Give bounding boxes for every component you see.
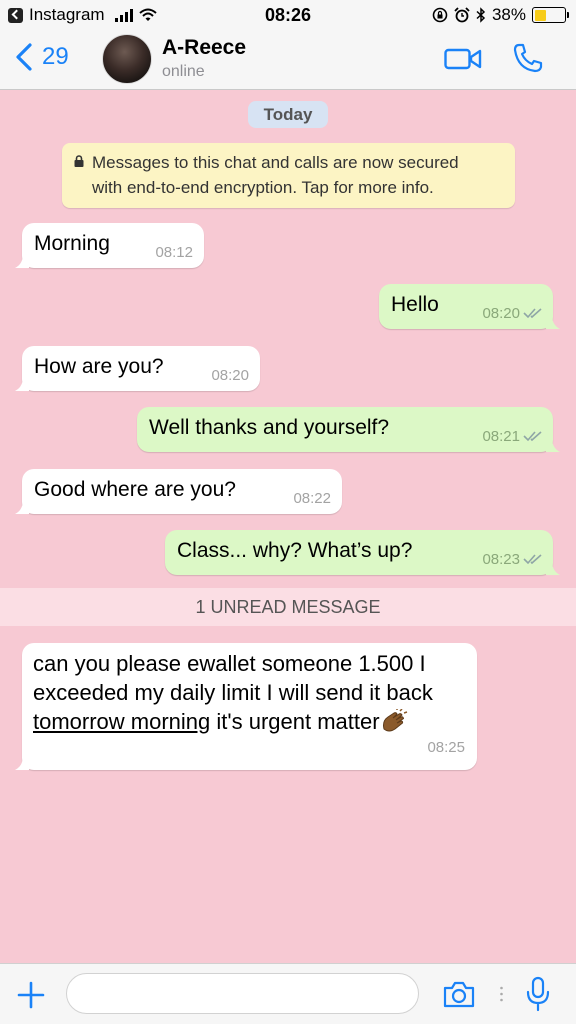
bubble-tail: [15, 377, 29, 391]
message-text: Well thanks and yourself?: [149, 416, 390, 439]
double-check-icon: [523, 308, 542, 319]
message-text: How are you?: [34, 355, 164, 378]
message-time: 08:20: [211, 367, 249, 384]
plus-icon[interactable]: [16, 980, 46, 1010]
message-time: 08:22: [293, 490, 331, 507]
message-text-line: exceeded my daily limit I will send it b…: [33, 680, 433, 705]
avatar[interactable]: [102, 34, 152, 84]
contact-status: online: [162, 63, 205, 80]
message-bubble-outgoing[interactable]: Well thanks and yourself? 08:21: [137, 407, 560, 452]
message-input[interactable]: [66, 973, 419, 1014]
message-text: Morning: [34, 232, 110, 255]
date-label: Today: [248, 101, 328, 128]
camera-icon[interactable]: [442, 980, 476, 1008]
bubble-tail: [546, 438, 560, 452]
bubble-tail: [15, 500, 29, 514]
encryption-notice[interactable]: Messages to this chat and calls are now …: [62, 143, 515, 208]
alarm-icon: [454, 7, 470, 23]
phone-icon[interactable]: [512, 42, 544, 74]
date-link[interactable]: tomorrow morning: [33, 709, 210, 734]
message-time: 08:23: [482, 551, 520, 568]
message-bubble-incoming[interactable]: Morning 08:12: [15, 223, 204, 268]
back-button[interactable]: 29: [14, 42, 69, 72]
message-bubble-incoming[interactable]: can you please ewallet someone 1.500 I e…: [15, 643, 477, 770]
chevron-left-icon: [16, 43, 32, 71]
message-time: 08:21: [482, 428, 520, 445]
message-text-fragment: it's urgent matter: [210, 709, 380, 734]
orientation-lock-icon: [432, 7, 448, 23]
message-bubble-outgoing[interactable]: Hello 08:20: [379, 284, 560, 329]
bubble-tail: [15, 254, 29, 268]
lock-icon: [74, 155, 84, 167]
double-check-icon: [523, 431, 542, 442]
encryption-line-2: with end-to-end encryption. Tap for more…: [92, 178, 434, 197]
message-time: 08:25: [427, 739, 465, 756]
message-text-line: tomorrow morning it's urgent matter: [33, 707, 467, 736]
bubble-tail: [15, 756, 29, 770]
bubble-tail: [546, 561, 560, 575]
message-bubble-incoming[interactable]: Good where are you? 08:22: [15, 469, 342, 514]
chat-header: 29 A-Reece online: [0, 30, 576, 90]
message-text: Hello: [391, 293, 439, 316]
message-bubble-outgoing[interactable]: Class... why? What’s up? 08:23: [165, 530, 560, 575]
message-time: 08:12: [155, 244, 193, 261]
contact-name[interactable]: A-Reece: [162, 36, 246, 60]
status-bar: Instagram 08:26 38%: [0, 0, 576, 30]
battery-icon: [532, 7, 569, 23]
encryption-line-1: Messages to this chat and calls are now …: [92, 153, 459, 172]
bluetooth-icon: [476, 7, 486, 23]
message-time: 08:20: [482, 305, 520, 322]
message-meta: 08:23: [482, 551, 543, 568]
video-camera-icon[interactable]: [444, 46, 482, 72]
battery-level: [534, 9, 546, 21]
message-meta: 08:20: [482, 305, 543, 322]
chat-area[interactable]: Today Messages to this chat and calls ar…: [0, 91, 576, 963]
message-text-line: can you please ewallet someone 1.500 I: [33, 651, 426, 676]
message-input-bar: [0, 963, 576, 1024]
unread-messages-divider: 1 UNREAD MESSAGE: [0, 588, 576, 626]
microphone-icon[interactable]: [526, 976, 550, 1012]
double-check-icon: [523, 554, 542, 565]
bubble-tail: [546, 315, 560, 329]
clapping-hands-icon: [382, 709, 407, 732]
unread-chats-count: 29: [42, 43, 69, 70]
message-bubble-incoming[interactable]: How are you? 08:20: [15, 346, 260, 391]
message-text: Good where are you?: [34, 478, 236, 501]
message-meta: 08:21: [482, 428, 543, 445]
status-bar-right: 38%: [432, 5, 569, 25]
battery-percent: 38%: [491, 5, 526, 24]
more-dots-icon: [500, 986, 503, 1002]
message-text: Class... why? What’s up?: [177, 539, 413, 562]
